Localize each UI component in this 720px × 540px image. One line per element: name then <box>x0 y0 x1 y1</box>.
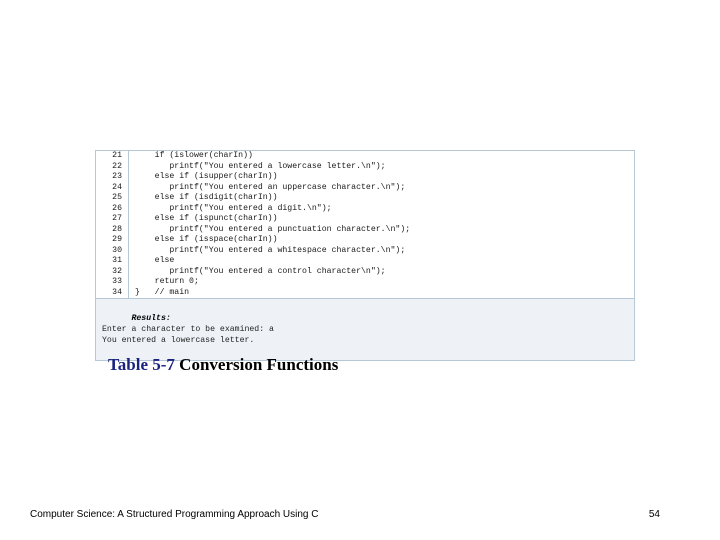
code-row: 32 printf("You entered a control charact… <box>96 267 634 278</box>
code-text: } // main <box>129 288 634 299</box>
line-number: 32 <box>96 267 129 278</box>
code-text: printf("You entered a digit.\n"); <box>129 204 634 215</box>
line-number: 29 <box>96 235 129 246</box>
line-number: 31 <box>96 256 129 267</box>
code-row: 33 return 0; <box>96 277 634 288</box>
line-number: 28 <box>96 225 129 236</box>
code-text: else <box>129 256 634 267</box>
code-row: 26 printf("You entered a digit.\n"); <box>96 204 634 215</box>
code-text: return 0; <box>129 277 634 288</box>
line-number: 30 <box>96 246 129 257</box>
results-line: You entered a lowercase letter. <box>102 336 254 345</box>
slide: 21 if (islower(charIn))22 printf("You en… <box>0 0 720 540</box>
code-row: 23 else if (isupper(charIn)) <box>96 172 634 183</box>
table-caption: Table 5-7 Conversion Functions <box>108 355 338 375</box>
footer-book-title: Computer Science: A Structured Programmi… <box>30 509 318 520</box>
results-line: Enter a character to be examined: a <box>102 325 274 334</box>
results-panel: Results: Enter a character to be examine… <box>96 298 634 360</box>
code-row: 21 if (islower(charIn)) <box>96 151 634 162</box>
code-text: printf("You entered a whitespace charact… <box>129 246 634 257</box>
footer-page-number: 54 <box>649 509 660 520</box>
line-number: 22 <box>96 162 129 173</box>
results-header: Results: <box>131 314 170 323</box>
caption-lead: Table 5-7 <box>108 355 179 374</box>
line-number: 34 <box>96 288 129 299</box>
code-text: else if (isupper(charIn)) <box>129 172 634 183</box>
code-row: 24 printf("You entered an uppercase char… <box>96 183 634 194</box>
code-text: if (islower(charIn)) <box>129 151 634 162</box>
code-text: printf("You entered a control character\… <box>129 267 634 278</box>
line-number: 23 <box>96 172 129 183</box>
code-text: else if (isdigit(charIn)) <box>129 193 634 204</box>
code-row: 27 else if (ispunct(charIn)) <box>96 214 634 225</box>
code-row: 30 printf("You entered a whitespace char… <box>96 246 634 257</box>
line-number: 27 <box>96 214 129 225</box>
line-number: 25 <box>96 193 129 204</box>
line-number: 21 <box>96 151 129 162</box>
code-listing: 21 if (islower(charIn))22 printf("You en… <box>95 150 635 361</box>
code-row: 22 printf("You entered a lowercase lette… <box>96 162 634 173</box>
code-row: 28 printf("You entered a punctuation cha… <box>96 225 634 236</box>
code-row: 29 else if (isspace(charIn)) <box>96 235 634 246</box>
code-text: else if (ispunct(charIn)) <box>129 214 634 225</box>
code-lines: 21 if (islower(charIn))22 printf("You en… <box>96 151 634 298</box>
code-row: 34} // main <box>96 288 634 299</box>
code-text: else if (isspace(charIn)) <box>129 235 634 246</box>
code-text: printf("You entered a punctuation charac… <box>129 225 634 236</box>
line-number: 26 <box>96 204 129 215</box>
line-number: 24 <box>96 183 129 194</box>
caption-title: Conversion Functions <box>179 355 338 374</box>
code-text: printf("You entered an uppercase charact… <box>129 183 634 194</box>
code-row: 25 else if (isdigit(charIn)) <box>96 193 634 204</box>
line-number: 33 <box>96 277 129 288</box>
code-text: printf("You entered a lowercase letter.\… <box>129 162 634 173</box>
code-row: 31 else <box>96 256 634 267</box>
